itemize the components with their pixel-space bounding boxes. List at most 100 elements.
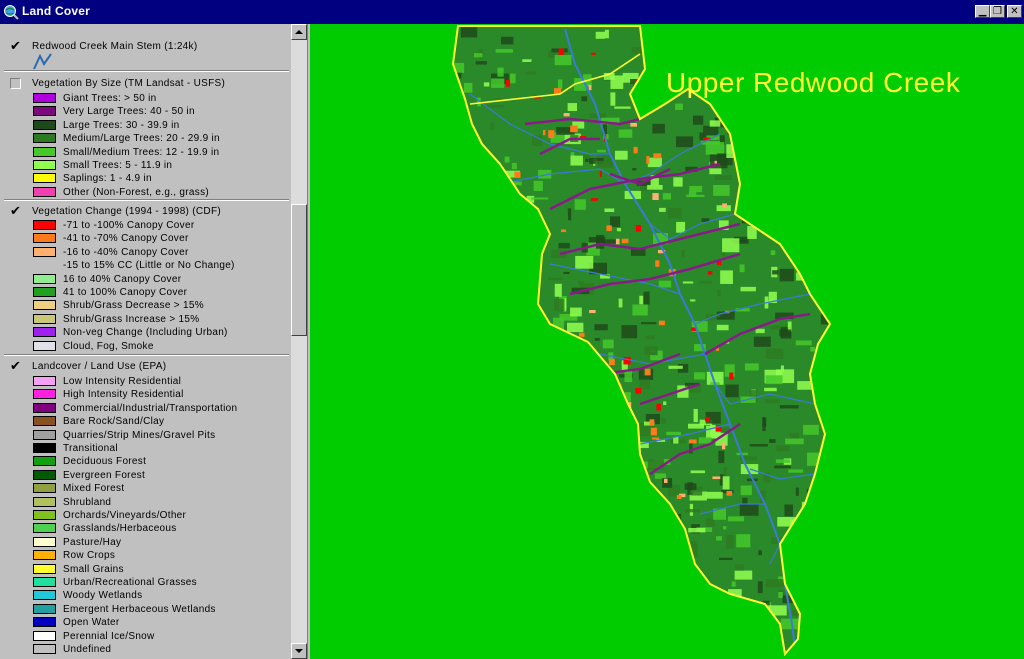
- change-patch: [704, 416, 710, 422]
- landcover-patch: [442, 28, 452, 31]
- landcover-patch: [498, 268, 510, 275]
- landcover-patch: [820, 56, 830, 60]
- landcover-patch: [803, 424, 819, 435]
- landcover-patch: [808, 26, 814, 32]
- landcover-patch: [453, 316, 462, 326]
- checkmark-icon[interactable]: ✔: [10, 40, 21, 53]
- landcover-patch: [641, 322, 657, 325]
- landcover-patch: [483, 190, 487, 199]
- minimize-button[interactable]: ▁: [975, 5, 990, 18]
- landcover-patch: [824, 475, 830, 488]
- landcover-patch: [725, 384, 739, 398]
- legend-swatch: [33, 537, 56, 547]
- legend-swatch: [33, 93, 56, 103]
- legend-item-label: Low Intensity Residential: [63, 376, 182, 387]
- landcover-patch: [652, 509, 657, 516]
- close-button[interactable]: ✕: [1007, 5, 1022, 18]
- landcover-patch: [823, 156, 830, 171]
- landcover-patch: [673, 177, 683, 187]
- change-patch: [620, 458, 627, 467]
- landcover-patch: [554, 283, 562, 297]
- change-patch: [548, 325, 553, 329]
- landcover-patch: [783, 540, 792, 549]
- change-patch: [712, 476, 721, 480]
- landcover-patch: [487, 288, 507, 295]
- landcover-patch: [779, 152, 795, 162]
- landcover-patch: [808, 536, 814, 545]
- landcover-patch: [673, 436, 679, 444]
- landcover-patch: [527, 529, 541, 536]
- minimize-icon: ▁: [978, 6, 987, 17]
- legend-divider: [4, 354, 289, 356]
- landcover-patch: [548, 277, 564, 281]
- landcover-patch: [539, 527, 547, 532]
- landcover-patch: [811, 53, 827, 62]
- landcover-patch: [824, 532, 830, 542]
- landcover-patch: [483, 483, 498, 495]
- scroll-thumb[interactable]: [291, 204, 307, 336]
- landcover-patch: [597, 149, 606, 153]
- legend-swatch: [33, 376, 56, 386]
- landcover-patch: [812, 497, 825, 502]
- scroll-up-button[interactable]: [291, 24, 307, 40]
- landcover-patch: [672, 627, 681, 631]
- landcover-patch: [717, 594, 723, 599]
- landcover-patch: [453, 378, 462, 384]
- landcover-patch: [609, 451, 625, 459]
- landcover-patch: [667, 207, 682, 219]
- landcover-patch: [483, 82, 490, 87]
- landcover-patch: [453, 133, 469, 145]
- landcover-patch: [596, 529, 613, 540]
- scroll-down-button[interactable]: [291, 643, 307, 659]
- legend-swatch: [33, 443, 56, 453]
- landcover-patch: [744, 198, 748, 204]
- landcover-patch: [720, 645, 737, 650]
- landcover-patch: [606, 442, 618, 455]
- legend-swatch: [33, 604, 56, 614]
- landcover-patch: [549, 579, 563, 592]
- legend-item-label: Grasslands/Herbaceous: [63, 523, 177, 534]
- landcover-patch: [479, 325, 498, 334]
- legend-scrollbar[interactable]: [291, 24, 307, 659]
- checkbox-empty[interactable]: [10, 78, 21, 89]
- window-title: Land Cover: [22, 4, 91, 18]
- change-patch: [616, 238, 620, 245]
- landcover-patch: [505, 560, 519, 573]
- legend-swatch: [33, 631, 56, 641]
- landcover-patch: [510, 421, 521, 427]
- landcover-patch: [556, 637, 562, 650]
- map-view[interactable]: Upper Redwood Creek: [310, 24, 1024, 659]
- restore-button[interactable]: ❐: [990, 5, 1005, 18]
- landcover-patch: [544, 469, 554, 482]
- legend-swatch: [33, 106, 56, 116]
- landcover-patch: [833, 237, 839, 245]
- legend-swatch: [33, 120, 56, 130]
- landcover-patch: [518, 415, 532, 420]
- landcover-patch: [694, 372, 706, 380]
- landcover-patch: [591, 602, 599, 614]
- landcover-patch: [468, 222, 478, 230]
- landcover-patch: [492, 460, 510, 464]
- landcover-patch: [545, 393, 556, 404]
- change-patch: [647, 96, 651, 105]
- landcover-patch: [623, 494, 643, 508]
- map-canvas[interactable]: [310, 24, 1024, 659]
- checkmark-icon[interactable]: ✔: [10, 360, 21, 373]
- landcover-patch: [478, 162, 497, 170]
- landcover-patch: [632, 167, 637, 171]
- landcover-patch: [454, 110, 460, 114]
- landcover-patch: [690, 470, 705, 474]
- landcover-patch: [652, 123, 665, 134]
- landcover-patch: [692, 115, 704, 125]
- landcover-patch: [483, 545, 490, 559]
- change-patch: [591, 52, 596, 55]
- landcover-patch: [782, 120, 801, 128]
- landcover-patch: [596, 546, 611, 553]
- legend-item-label: 41 to 100% Canopy Cover: [63, 287, 188, 298]
- change-patch: [608, 358, 615, 366]
- landcover-patch: [598, 463, 609, 469]
- landcover-patch: [525, 71, 536, 75]
- checkmark-icon[interactable]: ✔: [10, 205, 21, 218]
- legend-swatch: [33, 523, 56, 533]
- landcover-patch: [604, 208, 615, 213]
